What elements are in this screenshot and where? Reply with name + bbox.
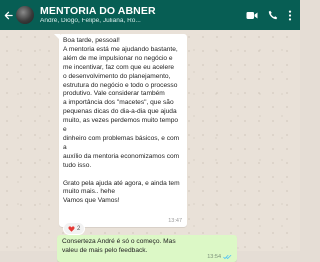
chat-header: MENTORIA DO ABNER André, Diogo, Felipe, … — [0, 0, 300, 30]
phone-icon — [268, 10, 278, 20]
double-check-icon — [223, 254, 232, 260]
video-camera-icon — [246, 11, 258, 19]
more-options-button[interactable] — [288, 10, 292, 21]
chat-area[interactable]: Boa tarde, pessoal! A mentoria está me a… — [0, 30, 300, 262]
message-meta: 13:54 — [207, 254, 232, 260]
group-avatar[interactable] — [16, 6, 34, 24]
back-button[interactable] — [0, 0, 16, 30]
group-title: MENTORIA DO ABNER — [40, 4, 156, 17]
message-text: Boa tarde, pessoal! A mentoria está me a… — [63, 37, 180, 205]
outgoing-message[interactable]: Conserteza André é só o começo. Mas vale… — [57, 235, 237, 262]
heart-emoji-icon — [68, 225, 75, 232]
back-arrow-icon — [4, 11, 13, 19]
incoming-message[interactable]: Boa tarde, pessoal! A mentoria está me a… — [54, 34, 187, 227]
reaction-count: 2 — [77, 225, 81, 232]
message-time: 13:47 — [168, 218, 182, 224]
message-reaction[interactable]: 2 — [64, 223, 85, 234]
group-members: André, Diogo, Felipe, Juliana, Ro... — [40, 18, 141, 24]
chat-title-area[interactable]: MENTORIA DO ABNER André, Diogo, Felipe, … — [40, 4, 246, 25]
message-time: 13:54 — [207, 254, 221, 260]
voice-call-button[interactable] — [268, 10, 278, 20]
video-call-button[interactable] — [246, 11, 258, 20]
more-vertical-icon — [288, 10, 292, 20]
